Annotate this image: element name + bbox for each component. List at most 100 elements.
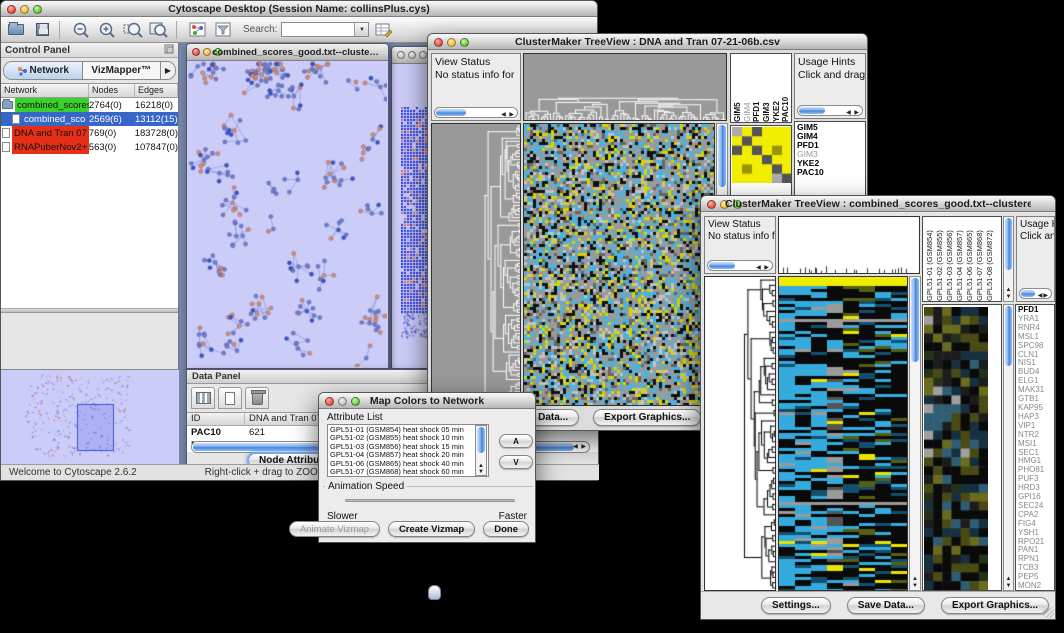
- gene-label[interactable]: MSL1: [1018, 333, 1052, 342]
- gene-label[interactable]: PEP5: [1018, 573, 1052, 582]
- delete-attribute-icon[interactable]: [245, 387, 269, 409]
- panel-splitter[interactable]: [1, 308, 178, 313]
- expression-heatmap[interactable]: [778, 276, 908, 591]
- table-edit-icon[interactable]: [373, 20, 395, 40]
- gene-label[interactable]: RNR4: [1018, 324, 1052, 333]
- gene-label[interactable]: PFD1: [1018, 306, 1052, 315]
- gene-label[interactable]: YSH1: [1018, 529, 1052, 538]
- treeview2-titlebar[interactable]: ClusterMaker TreeView : combined_scores_…: [701, 196, 1055, 212]
- save-data-button[interactable]: Save Data...: [847, 597, 925, 614]
- search-dropdown-icon[interactable]: ▼: [354, 23, 368, 36]
- gene-label[interactable]: MSI1: [1018, 440, 1052, 449]
- network-table-row[interactable]: RNAPuberNov2+563(0)107847(0): [1, 140, 178, 154]
- animate-vizmap-button[interactable]: Animate Vizmap: [289, 521, 380, 537]
- row-dendrogram[interactable]: [431, 123, 521, 406]
- done-button[interactable]: Done: [483, 521, 529, 537]
- filter-icon[interactable]: [213, 20, 235, 40]
- create-vizmap-button[interactable]: Create Vizmap: [388, 521, 475, 537]
- zoom-fit-icon[interactable]: [148, 20, 170, 40]
- gene-label[interactable]: MON2: [1018, 582, 1052, 591]
- export-graphics-button[interactable]: Export Graphics...: [941, 597, 1049, 614]
- gene-label[interactable]: VIP1: [1018, 422, 1052, 431]
- search-input[interactable]: ▼: [281, 22, 369, 37]
- hscrollbar[interactable]: ◀▶: [1019, 288, 1052, 299]
- gene-label[interactable]: YKE2: [797, 159, 863, 168]
- attribute-listbox[interactable]: GPL51-01 (GSM854) heat shock 05 minGPL51…: [327, 424, 489, 477]
- gene-label[interactable]: PUF3: [1018, 475, 1052, 484]
- vizmapper-palette-icon[interactable]: [187, 20, 209, 40]
- zoom-selected-icon[interactable]: [122, 20, 144, 40]
- close-button[interactable]: [192, 48, 200, 56]
- main-titlebar[interactable]: Cytoscape Desktop (Session Name: collins…: [1, 1, 597, 17]
- gene-label[interactable]: BUD4: [1018, 368, 1052, 377]
- gene-label[interactable]: RPO21: [1018, 538, 1052, 547]
- column-dendrogram[interactable]: [523, 53, 727, 121]
- gene-label[interactable]: GTB1: [1018, 395, 1052, 404]
- speed-slider[interactable]: [345, 499, 515, 502]
- gene-label[interactable]: SEC24: [1018, 502, 1052, 511]
- network-window-titlebar[interactable]: combined_scores_good.txt--cluste…: [187, 44, 388, 61]
- zoom-vscrollbar[interactable]: ▲▼: [1003, 304, 1014, 591]
- scroll-arrows[interactable]: ◀ ▶: [573, 443, 587, 450]
- label-vscrollbar[interactable]: ▲▼: [1003, 216, 1014, 302]
- new-attribute-icon[interactable]: [218, 387, 242, 409]
- close-button[interactable]: [434, 38, 443, 47]
- gene-label[interactable]: RPN1: [1018, 555, 1052, 564]
- minimize-button[interactable]: [408, 51, 416, 59]
- gene-label[interactable]: SPC98: [1018, 342, 1052, 351]
- gene-label[interactable]: PFD1: [797, 141, 863, 150]
- gene-label[interactable]: PHO81: [1018, 466, 1052, 475]
- row-dendrogram[interactable]: [704, 276, 776, 591]
- close-button[interactable]: [707, 200, 716, 209]
- gene-label[interactable]: MAK31: [1018, 386, 1052, 395]
- network-table-header[interactable]: Network Nodes Edges: [1, 84, 178, 98]
- move-up-button[interactable]: A: [499, 434, 533, 448]
- gene-label[interactable]: HAP3: [1018, 413, 1052, 422]
- zoomed-heatmap[interactable]: [922, 304, 1002, 591]
- close-button[interactable]: [7, 5, 16, 14]
- gene-label[interactable]: HMG1: [1018, 457, 1052, 466]
- network-view[interactable]: [188, 61, 387, 367]
- dialog-titlebar[interactable]: Map Colors to Network: [319, 393, 535, 409]
- tab-vizmapper[interactable]: VizMapper™: [83, 62, 161, 79]
- gene-label[interactable]: FIG4: [1018, 520, 1052, 529]
- zoom-button[interactable]: [419, 51, 427, 59]
- gene-label[interactable]: TCB3: [1018, 564, 1052, 573]
- network-table-row[interactable]: combined_sco2569(6)13112(15): [1, 112, 178, 126]
- gene-label[interactable]: CPA2: [1018, 511, 1052, 520]
- gene-label[interactable]: PAC10: [797, 168, 863, 177]
- tab-overflow-arrow-icon[interactable]: ▶: [160, 62, 175, 79]
- gene-label[interactable]: ELG1: [1018, 377, 1052, 386]
- gene-label[interactable]: KAP95: [1018, 404, 1052, 413]
- network-table-row[interactable]: combined_scores2764(0)16218(0): [1, 98, 178, 112]
- close-button[interactable]: [325, 397, 334, 406]
- hscrollbar[interactable]: ◀ ▶: [707, 260, 773, 271]
- gene-label[interactable]: PAN1: [1018, 546, 1052, 555]
- float-panel-icon[interactable]: [164, 44, 174, 57]
- zoom-out-icon[interactable]: [70, 20, 92, 40]
- export-graphics-button[interactable]: Export Graphics...: [593, 409, 701, 426]
- gene-label[interactable]: GIM3: [797, 150, 863, 159]
- column-dendrogram[interactable]: [778, 216, 920, 274]
- open-folder-icon[interactable]: [5, 20, 27, 40]
- resize-grip[interactable]: [1043, 607, 1054, 618]
- zoom-in-icon[interactable]: [96, 20, 118, 40]
- gene-label[interactable]: HRD3: [1018, 484, 1052, 493]
- gene-label[interactable]: GPI16: [1018, 493, 1052, 502]
- network-table-row[interactable]: DNA and Tran 07769(0)183728(0): [1, 126, 178, 140]
- gene-label[interactable]: CLN1: [1018, 351, 1052, 360]
- gene-label[interactable]: NTR2: [1018, 431, 1052, 440]
- list-vscrollbar[interactable]: ▲▼: [475, 425, 487, 476]
- gene-label[interactable]: NIS1: [1018, 359, 1052, 368]
- treeview1-titlebar[interactable]: ClusterMaker TreeView : DNA and Tran 07-…: [428, 34, 867, 50]
- gene-label[interactable]: GIM4: [797, 132, 863, 141]
- gene-label[interactable]: YRA1: [1018, 315, 1052, 324]
- search-text-field[interactable]: [282, 23, 354, 36]
- speed-slider-thumb[interactable]: [428, 585, 441, 600]
- heatmap-vscrollbar[interactable]: ▲▼: [909, 276, 921, 591]
- attribute-list-item[interactable]: GPL51-07 (GSM868) heat shock 60 min: [330, 468, 486, 476]
- hscrollbar[interactable]: ◀ ▶: [434, 107, 518, 118]
- gene-label[interactable]: GIM5: [797, 123, 863, 132]
- hscrollbar[interactable]: ◀ ▶: [797, 105, 863, 116]
- settings-button[interactable]: Settings...: [761, 597, 831, 614]
